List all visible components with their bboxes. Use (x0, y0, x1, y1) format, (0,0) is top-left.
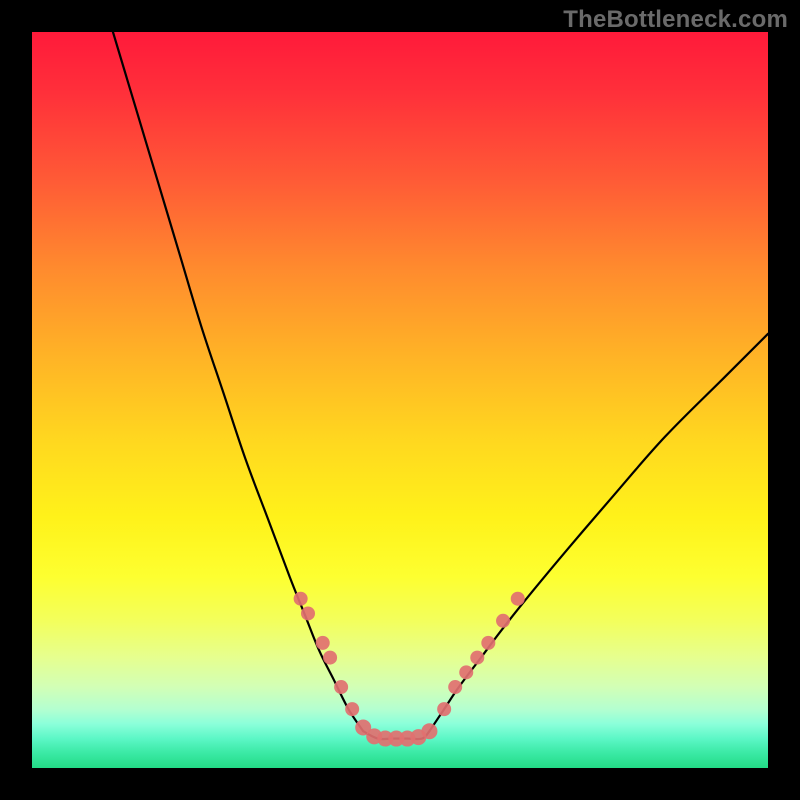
data-marker (294, 592, 308, 606)
data-marker (496, 614, 510, 628)
data-marker (459, 665, 473, 679)
data-marker (421, 723, 437, 739)
data-marker (334, 680, 348, 694)
chart-frame: TheBottleneck.com (0, 0, 800, 800)
watermark-text: TheBottleneck.com (563, 6, 788, 34)
data-marker (437, 702, 451, 716)
data-marker (301, 606, 315, 620)
data-marker (481, 636, 495, 650)
data-marker (470, 651, 484, 665)
data-marker (448, 680, 462, 694)
plot-area (32, 32, 768, 768)
data-marker (316, 636, 330, 650)
series-left-curve (113, 32, 363, 731)
curve-layer (32, 32, 768, 768)
data-marker (323, 651, 337, 665)
data-marker (511, 592, 525, 606)
series-right-curve (429, 334, 768, 731)
data-marker (345, 702, 359, 716)
